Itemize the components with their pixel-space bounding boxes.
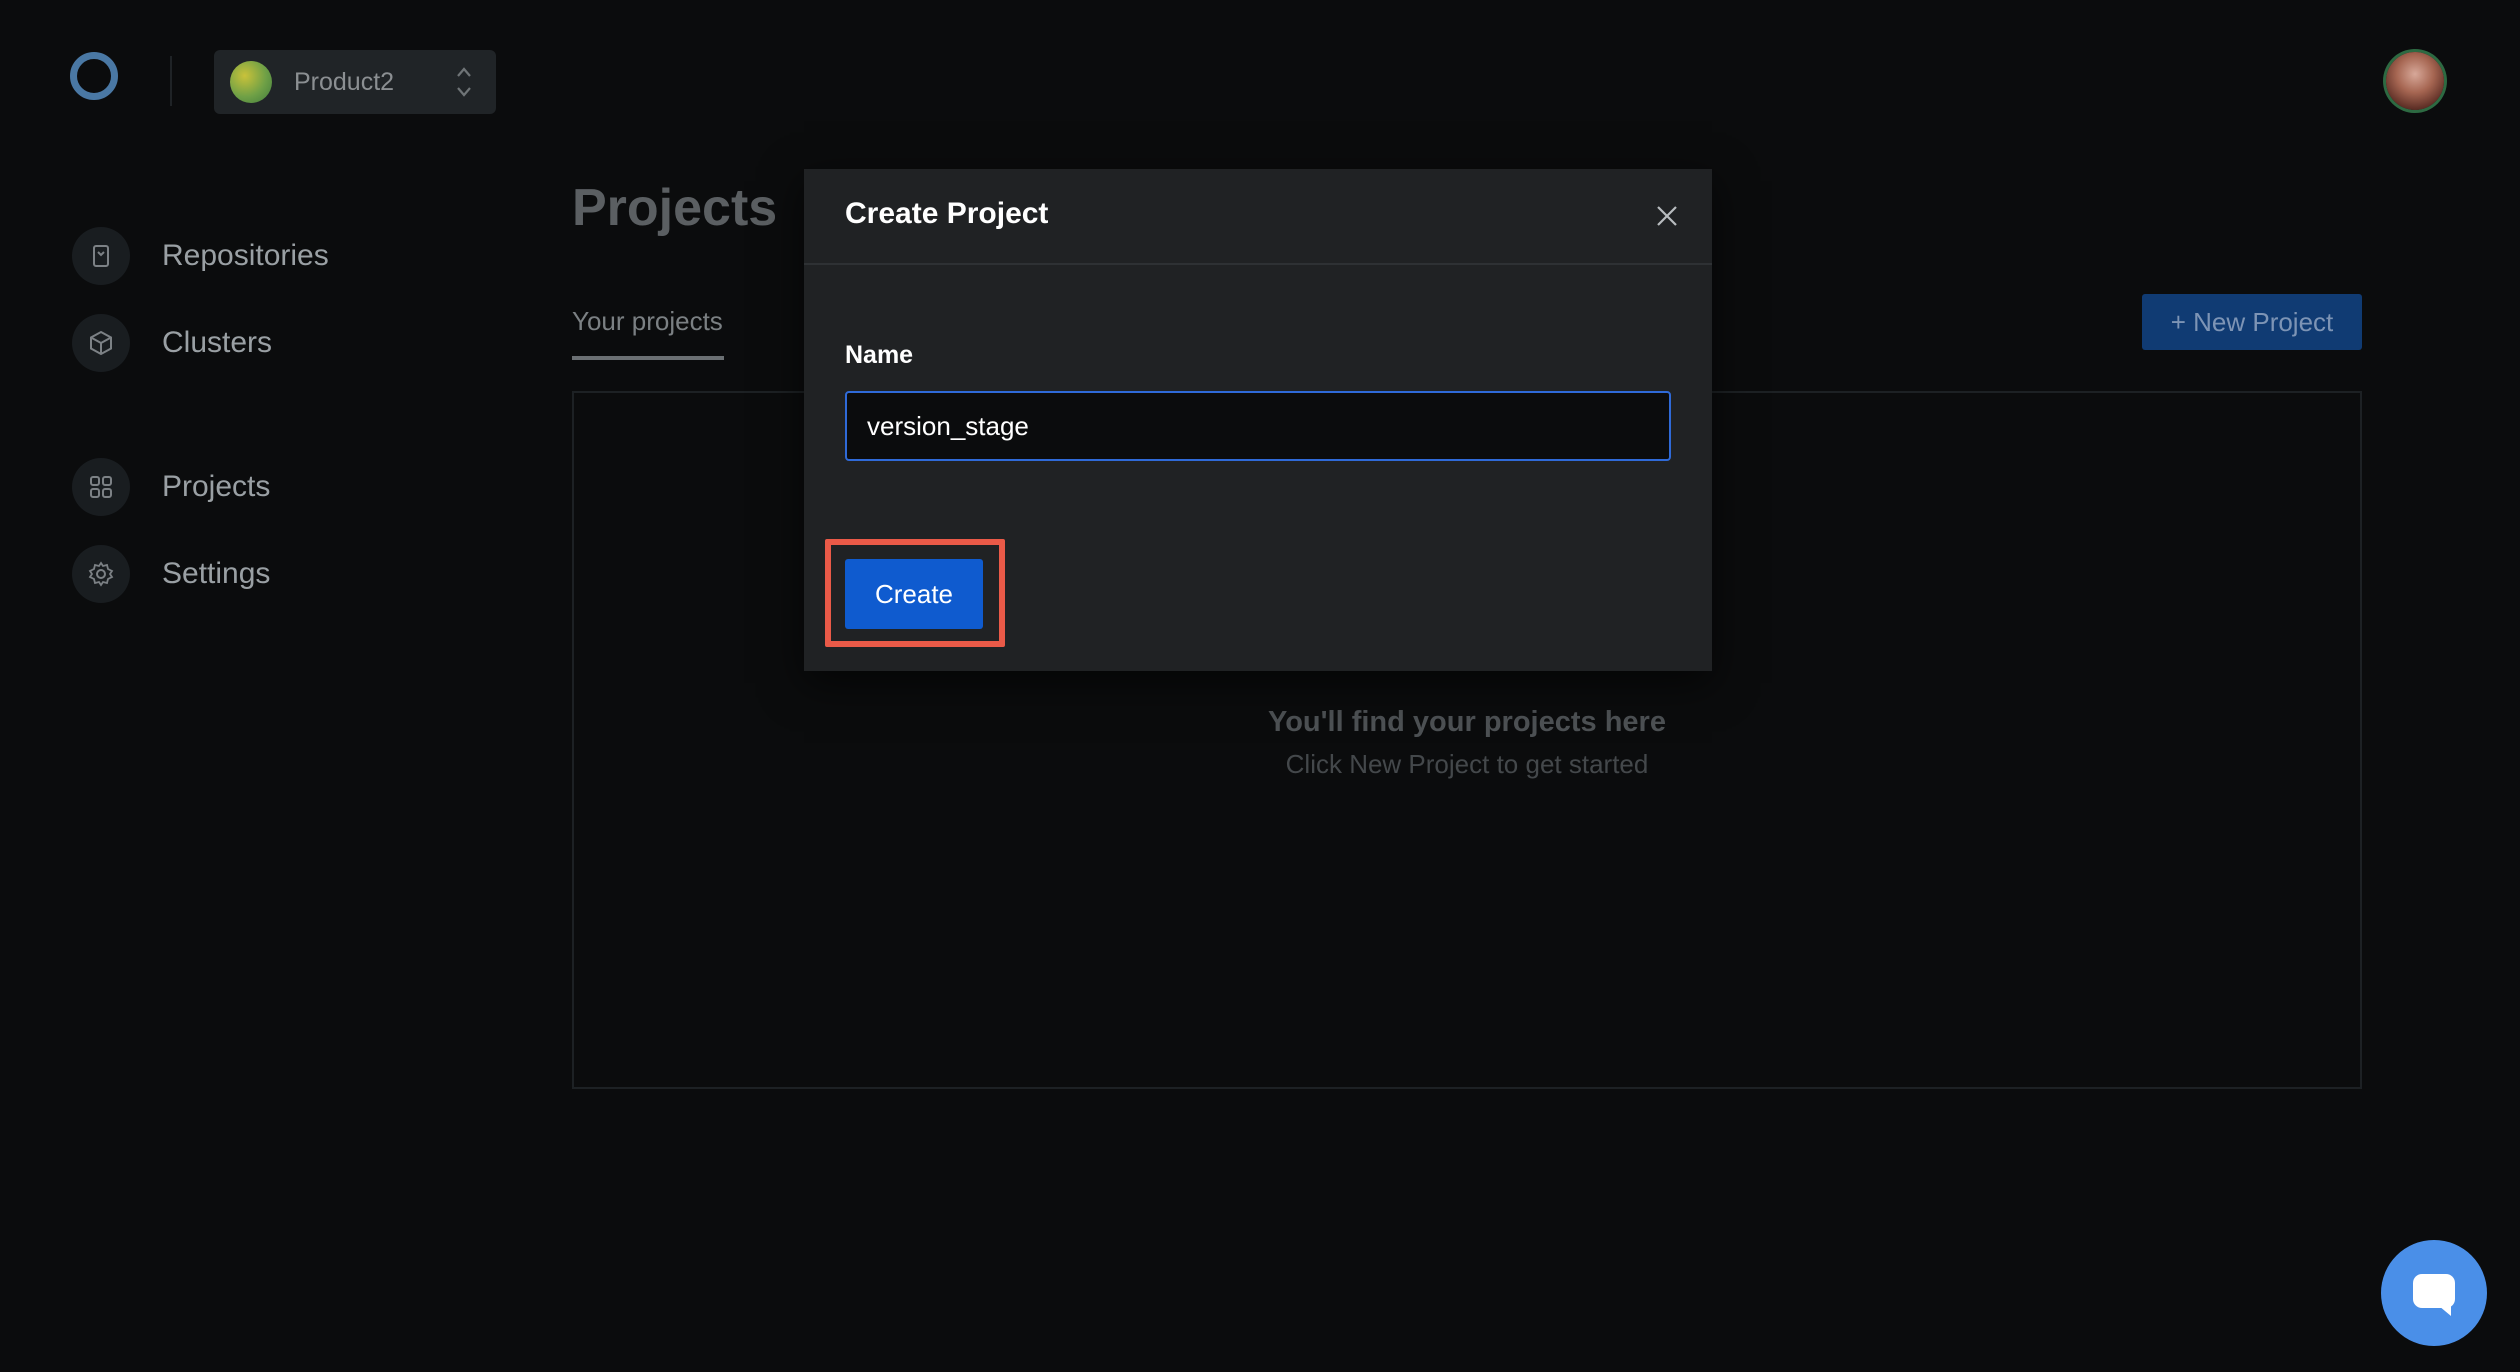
bookmark-icon	[72, 227, 130, 285]
sidebar-item-label: Settings	[162, 557, 271, 590]
tab-active-indicator	[572, 356, 724, 360]
name-field-label: Name	[845, 341, 914, 369]
sidebar-item-repositories[interactable]: Repositories	[72, 227, 329, 285]
chat-bubble-icon	[2413, 1274, 2455, 1316]
close-icon[interactable]	[1652, 201, 1682, 231]
grid-icon	[72, 458, 130, 516]
project-name-input[interactable]	[845, 391, 1671, 461]
create-button[interactable]: Create	[845, 559, 983, 629]
dialog-header: Create Project	[804, 169, 1712, 265]
cube-icon	[72, 314, 130, 372]
create-project-dialog: Create Project Name Create	[804, 169, 1712, 671]
org-avatar	[230, 61, 272, 103]
header-divider	[170, 56, 172, 106]
sidebar-item-label: Projects	[162, 470, 271, 503]
sidebar-item-clusters[interactable]: Clusters	[72, 314, 272, 372]
app-shell: Product2 Repositories Clusters Projects …	[0, 0, 2520, 1372]
page-title: Projects	[572, 179, 778, 237]
ring-logo-icon[interactable]	[70, 52, 118, 100]
chevron-updown-icon	[457, 67, 471, 97]
empty-state-title: You'll find your projects here	[1268, 706, 1666, 738]
tab-your-projects[interactable]: Your projects	[572, 306, 723, 337]
org-switcher[interactable]: Product2	[214, 50, 496, 114]
dialog-title: Create Project	[845, 197, 1049, 230]
org-name: Product2	[294, 67, 395, 96]
empty-state-subtitle: Click New Project to get started	[1285, 749, 1649, 779]
user-avatar[interactable]	[2386, 52, 2444, 110]
gear-icon	[72, 545, 130, 603]
sidebar-item-label: Repositories	[162, 239, 329, 272]
new-project-button[interactable]: + New Project	[2142, 294, 2362, 350]
sidebar-item-settings[interactable]: Settings	[72, 545, 270, 603]
sidebar-item-projects[interactable]: Projects	[72, 458, 270, 516]
chat-launcher-button[interactable]	[2381, 1240, 2487, 1346]
sidebar-item-label: Clusters	[162, 326, 273, 359]
